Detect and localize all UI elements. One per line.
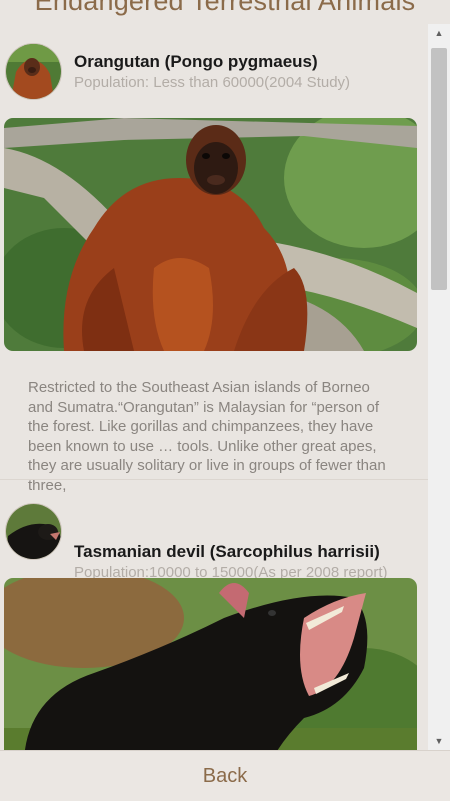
animal-description: Restricted to the Southeast Asian island… <box>28 379 386 494</box>
animal-population: Population: Less than 60000(2004 Study) <box>74 74 351 91</box>
animal-list[interactable]: Orangutan (Pongo pygmaeus) Population: L… <box>0 30 428 750</box>
back-button[interactable]: Back <box>150 761 300 791</box>
list-item[interactable]: Orangutan (Pongo pygmaeus) Population: L… <box>0 30 428 100</box>
page-title: Endangered Terrestrial Animals <box>34 0 416 16</box>
vertical-scrollbar[interactable]: ▲ ▼ <box>428 24 450 750</box>
list-item[interactable]: Tasmanian devil (Sarcophilus harrisii) P… <box>0 490 428 581</box>
orangutan-photo <box>4 118 417 351</box>
footer: Back <box>0 750 450 801</box>
scroll-down-arrow-icon[interactable]: ▼ <box>428 732 450 750</box>
scrollbar-thumb[interactable] <box>431 48 447 290</box>
animal-name: Tasmanian devil (Sarcophilus harrisii) <box>74 542 380 561</box>
divider <box>0 479 428 480</box>
orangutan-avatar <box>5 43 62 100</box>
animal-name: Orangutan (Pongo pygmaeus) <box>74 52 318 71</box>
tasmanian-devil-avatar <box>5 503 62 560</box>
tasmanian-devil-photo <box>4 578 417 750</box>
scroll-up-arrow-icon[interactable]: ▲ <box>428 24 450 42</box>
